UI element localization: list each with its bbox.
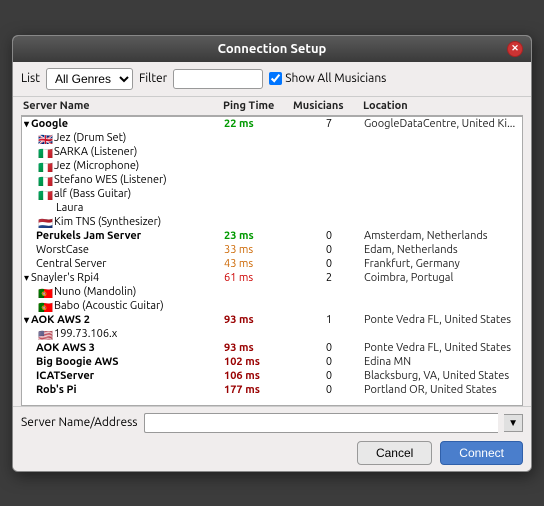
server-list-container: Server Name Ping Time Musicians Location…: [13, 97, 531, 406]
server-row-aok3[interactable]: AOK AWS 393 ms0Ponte Vedra FL, United St…: [22, 341, 522, 355]
server-name-snayler: ▾Snayler's Rpi4: [24, 272, 224, 284]
address-label: Server Name/Address: [21, 416, 138, 429]
server-address-row: Server Name/Address ▼: [21, 413, 523, 433]
close-button[interactable]: ✕: [507, 41, 523, 57]
filter-label: Filter: [139, 72, 167, 85]
server-ping-icat: 106 ms: [224, 370, 294, 382]
child-name: 🇬🇧Jez (Drum Set): [24, 132, 224, 144]
server-name-google: ▾Google: [24, 118, 224, 130]
server-child-row[interactable]: 🇮🇹Stefano WES (Listener): [22, 173, 522, 187]
server-row-icat[interactable]: ICATServer106 ms0Blacksburg, VA, United …: [22, 369, 522, 383]
server-location-aok2: Ponte Vedra FL, United States: [364, 314, 520, 326]
server-child-row[interactable]: 🇮🇹Jez (Microphone): [22, 159, 522, 173]
server-child-row[interactable]: 🇬🇧Jez (Drum Set): [22, 131, 522, 145]
server-child-row[interactable]: 🇮🇹SARKA (Listener): [22, 145, 522, 159]
buttons-row: Cancel Connect: [21, 441, 523, 465]
child-name: Laura: [24, 202, 224, 214]
col-musicians: Musicians: [293, 100, 363, 112]
server-row-snayler[interactable]: ▾Snayler's Rpi461 ms2Coimbra, Portugal: [22, 271, 522, 285]
list-label: List: [21, 72, 40, 85]
server-musicians-snayler: 2: [294, 272, 364, 284]
server-musicians-aok3: 0: [294, 342, 364, 354]
footer: Server Name/Address ▼ Cancel Connect: [13, 406, 531, 471]
server-musicians-bigboogie: 0: [294, 356, 364, 368]
show-all-musicians-row: Show All Musicians: [269, 72, 386, 85]
server-row-bigboogie[interactable]: Big Boogie AWS102 ms0Edina MN: [22, 355, 522, 369]
server-name-perukels: Perukels Jam Server: [24, 230, 224, 242]
server-location-perukels: Amsterdam, Netherlands: [364, 230, 520, 242]
server-child-row[interactable]: 🇮🇹alf (Bass Guitar): [22, 187, 522, 201]
server-ping-google: 22 ms: [224, 118, 294, 130]
server-name-aok2: ▾AOK AWS 2: [24, 314, 224, 326]
server-ping-worstcase: 33 ms: [224, 244, 294, 256]
server-location-icat: Blacksburg, VA, United States: [364, 370, 520, 382]
toolbar: List All Genres Filter Show All Musician…: [13, 62, 531, 97]
server-location-central: Frankfurt, Germany: [364, 258, 520, 270]
server-name-central: Central Server: [24, 258, 224, 270]
server-musicians-aok2: 1: [294, 314, 364, 326]
server-ping-aok3: 93 ms: [224, 342, 294, 354]
server-location-aok3: Ponte Vedra FL, United States: [364, 342, 520, 354]
child-name: 🇮🇹SARKA (Listener): [24, 146, 224, 158]
server-ping-aok2: 93 ms: [224, 314, 294, 326]
filter-input[interactable]: [173, 69, 263, 89]
connection-setup-dialog: Connection Setup ✕ List All Genres Filte…: [12, 35, 532, 472]
child-name: 🇮🇹Jez (Microphone): [24, 160, 224, 172]
show-all-checkbox[interactable]: [269, 72, 282, 85]
connect-button[interactable]: Connect: [440, 441, 523, 465]
server-name-icat: ICATServer: [24, 370, 224, 382]
server-location-bigboogie: Edina MN: [364, 356, 520, 368]
server-musicians-robspi: 0: [294, 384, 364, 396]
server-row-aok2[interactable]: ▾AOK AWS 293 ms1Ponte Vedra FL, United S…: [22, 313, 522, 327]
server-scroll-list[interactable]: ▾Google22 ms7GoogleDataCentre, United Ki…: [21, 116, 523, 406]
server-ping-central: 43 ms: [224, 258, 294, 270]
server-ping-robspi: 177 ms: [224, 384, 294, 396]
child-name: 🇳🇱Kim TNS (Synthesizer): [24, 216, 224, 228]
server-row-google[interactable]: ▾Google22 ms7GoogleDataCentre, United Ki…: [22, 117, 522, 131]
server-row-worstcase[interactable]: WorstCase33 ms0Edam, Netherlands: [22, 243, 522, 257]
server-name-bigboogie: Big Boogie AWS: [24, 356, 224, 368]
server-location-google: GoogleDataCentre, United Ki...: [364, 118, 520, 130]
server-musicians-worstcase: 0: [294, 244, 364, 256]
server-row-robspi[interactable]: Rob's Pi177 ms0Portland OR, United State…: [22, 383, 522, 397]
list-select[interactable]: All Genres: [46, 68, 133, 90]
title-bar: Connection Setup ✕: [13, 36, 531, 62]
server-row-central[interactable]: Central Server43 ms0Frankfurt, Germany: [22, 257, 522, 271]
server-address-input[interactable]: [144, 413, 499, 433]
server-location-snayler: Coimbra, Portugal: [364, 272, 520, 284]
server-location-robspi: Portland OR, United States: [364, 384, 520, 396]
child-name: 🇮🇹Stefano WES (Listener): [24, 174, 224, 186]
server-musicians-google: 7: [294, 118, 364, 130]
server-child-row[interactable]: 🇺🇸199.73.106.x: [22, 327, 522, 341]
server-ping-bigboogie: 102 ms: [224, 356, 294, 368]
address-dropdown-arrow[interactable]: ▼: [504, 414, 523, 432]
dialog-title: Connection Setup: [218, 42, 327, 56]
child-name: 🇵🇹Babo (Acoustic Guitar): [24, 300, 224, 312]
col-server-name: Server Name: [23, 100, 223, 112]
server-musicians-central: 0: [294, 258, 364, 270]
col-ping-time: Ping Time: [223, 100, 293, 112]
col-location: Location: [363, 100, 521, 112]
server-row-perukels[interactable]: Perukels Jam Server23 ms0Amsterdam, Neth…: [22, 229, 522, 243]
column-headers: Server Name Ping Time Musicians Location: [21, 97, 523, 116]
child-name: 🇵🇹Nuno (Mandolin): [24, 286, 224, 298]
server-location-worstcase: Edam, Netherlands: [364, 244, 520, 256]
server-child-row[interactable]: 🇳🇱Kim TNS (Synthesizer): [22, 215, 522, 229]
server-child-row[interactable]: Laura: [22, 201, 522, 215]
server-musicians-perukels: 0: [294, 230, 364, 242]
show-all-label: Show All Musicians: [285, 72, 386, 85]
child-name: 🇮🇹alf (Bass Guitar): [24, 188, 224, 200]
cancel-button[interactable]: Cancel: [357, 441, 432, 465]
server-child-row[interactable]: 🇵🇹Babo (Acoustic Guitar): [22, 299, 522, 313]
server-musicians-icat: 0: [294, 370, 364, 382]
server-name-aok3: AOK AWS 3: [24, 342, 224, 354]
child-name: 🇺🇸199.73.106.x: [24, 328, 224, 340]
server-ping-perukels: 23 ms: [224, 230, 294, 242]
server-ping-snayler: 61 ms: [224, 272, 294, 284]
server-name-robspi: Rob's Pi: [24, 384, 224, 396]
server-child-row[interactable]: 🇵🇹Nuno (Mandolin): [22, 285, 522, 299]
server-name-worstcase: WorstCase: [24, 244, 224, 256]
